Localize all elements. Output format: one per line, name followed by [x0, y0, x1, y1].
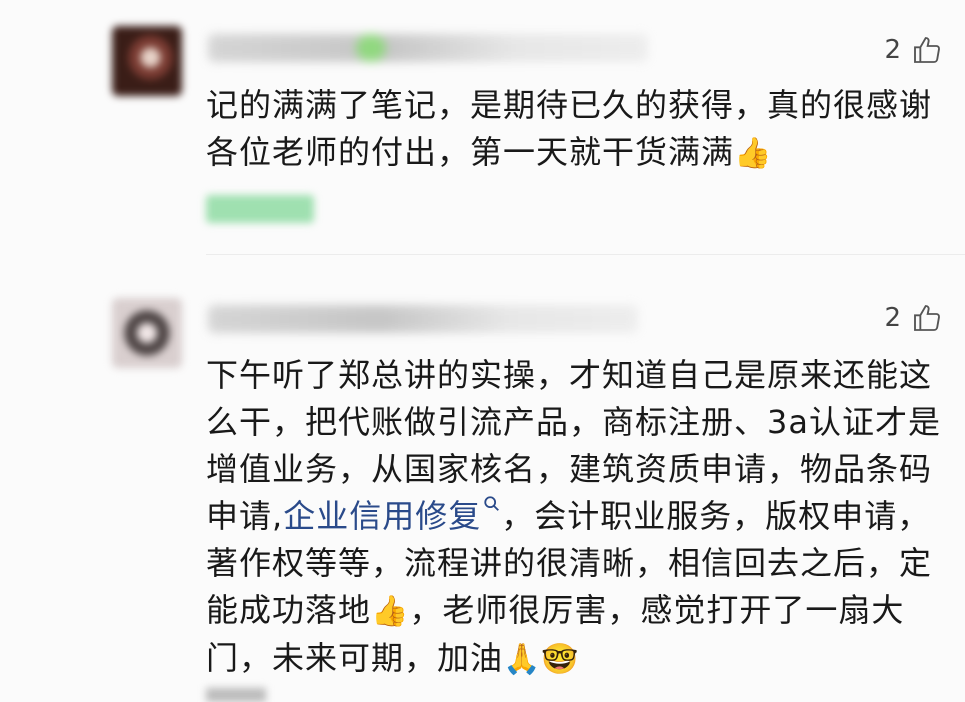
thumbs-up-icon — [914, 37, 940, 63]
like-button[interactable]: 2 — [884, 302, 943, 334]
search-link[interactable]: 企业信用修复 — [283, 496, 501, 535]
thumbs-up-icon — [914, 305, 940, 331]
avatar[interactable] — [112, 26, 182, 96]
666-emoji: 🤓 — [541, 642, 580, 677]
wechat-icon — [356, 34, 386, 62]
comment-text: 下午听了郑总讲的实操，才知道自己是原来还能这么干，把代账做引流产品，商标注册、3… — [206, 352, 946, 683]
like-count: 2 — [884, 303, 901, 333]
like-button[interactable]: 2 — [884, 34, 943, 66]
divider — [206, 254, 965, 255]
like-count: 2 — [884, 35, 901, 65]
nickname-blurred — [208, 305, 638, 333]
comment-text: 记的满满了笔记，是期待已久的获得，真的很感谢各位老师的付出，第一天就干货满满👍 — [206, 82, 946, 177]
thumbs-up-emoji: 👍 — [371, 594, 410, 629]
search-icon — [484, 496, 500, 511]
reply-link-blurred[interactable] — [206, 195, 314, 223]
thumbs-up-emoji: 👍 — [734, 136, 773, 171]
reply-link-blurred[interactable] — [206, 688, 266, 702]
nickname-blurred — [208, 34, 648, 62]
pray-emoji: 🙏 — [503, 642, 542, 677]
avatar[interactable] — [112, 298, 182, 368]
